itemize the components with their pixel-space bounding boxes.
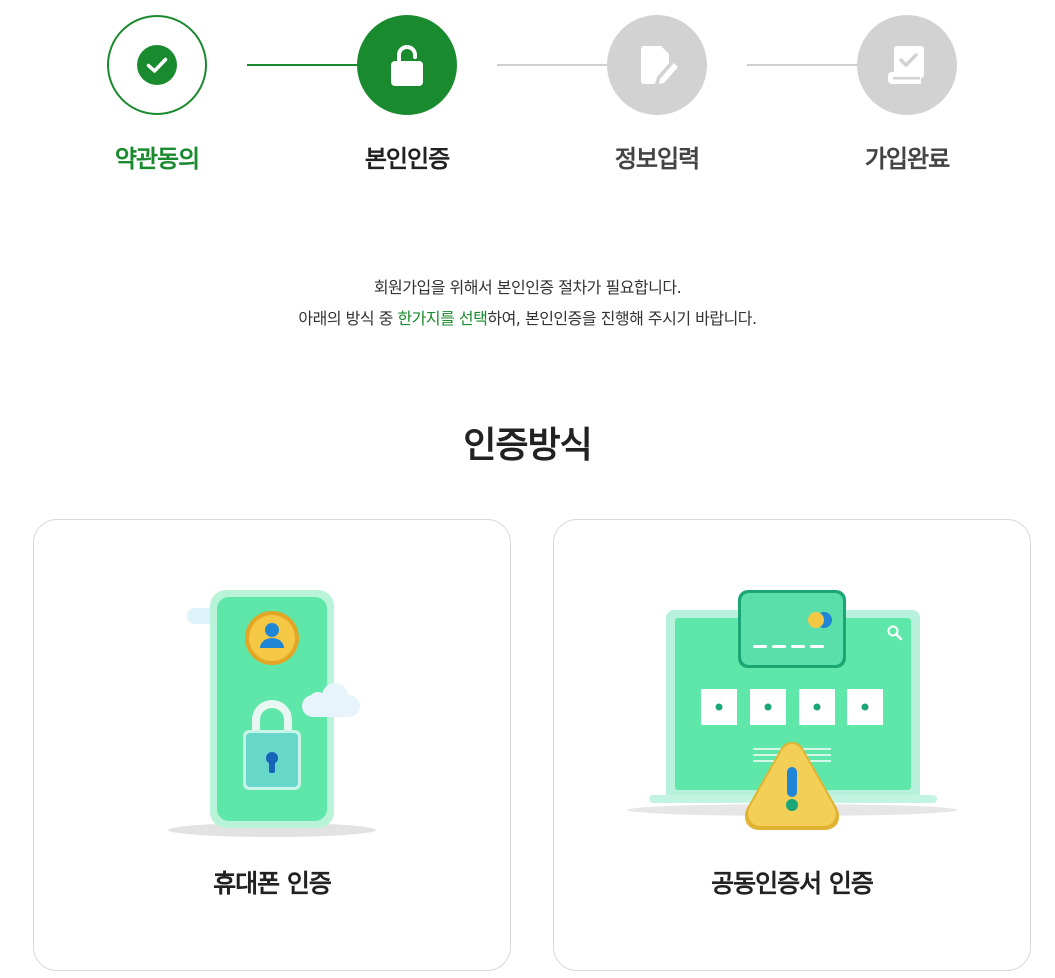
certificate-verification-card[interactable]: 공동인증서 인증 xyxy=(553,519,1031,971)
step-label-verification: 본인인증 xyxy=(364,145,450,173)
instruction-line-2: 아래의 방식 중 한가지를 선택하여, 본인인증을 진행해 주시기 바랍니다. xyxy=(0,303,1055,334)
step-circle-todo xyxy=(857,15,957,115)
phone-verification-label: 휴대폰 인증 xyxy=(213,869,332,898)
instruction-highlight: 한가지를 선택 xyxy=(397,309,488,328)
phone-verification-card[interactable]: 휴대폰 인증 xyxy=(33,519,511,971)
signup-stepper: 약관동의 본인인증 정보입력 가입완료 xyxy=(0,0,1055,200)
completed-book-icon xyxy=(888,46,924,84)
step-info-input: 정보입력 xyxy=(607,15,707,173)
instruction-line-1: 회원가입을 위해서 본인인증 절차가 필요합니다. xyxy=(373,278,682,297)
certificate-laptop-illustration xyxy=(627,590,957,830)
step-circle-current xyxy=(357,15,457,115)
certificate-verification-label: 공동인증서 인증 xyxy=(711,869,874,898)
instruction-line-2-suffix: 하여, 본인인증을 진행해 주시기 바랍니다. xyxy=(487,309,757,328)
step-label-info: 정보입력 xyxy=(614,145,700,173)
step-connector-3 xyxy=(747,64,858,66)
verification-instructions: 회원가입을 위해서 본인인증 절차가 필요합니다. 아래의 방식 중 한가지를 … xyxy=(0,272,1055,334)
step-label-complete: 가입완료 xyxy=(864,145,950,173)
step-identity-verification: 본인인증 xyxy=(357,15,457,173)
check-icon xyxy=(137,45,177,85)
phone-lock-illustration xyxy=(168,590,376,837)
step-terms-agreement: 약관동의 xyxy=(107,15,207,173)
step-connector-1 xyxy=(247,64,358,66)
edit-document-icon xyxy=(641,46,678,84)
step-signup-complete: 가입완료 xyxy=(857,15,957,173)
step-circle-done xyxy=(107,15,207,115)
step-label-terms: 약관동의 xyxy=(114,145,200,173)
lock-open-icon xyxy=(391,45,423,86)
step-connector-2 xyxy=(497,64,608,66)
step-circle-todo xyxy=(607,15,707,115)
instruction-line-2-prefix: 아래의 방식 중 xyxy=(298,309,398,328)
section-title: 인증방식 xyxy=(463,425,592,466)
